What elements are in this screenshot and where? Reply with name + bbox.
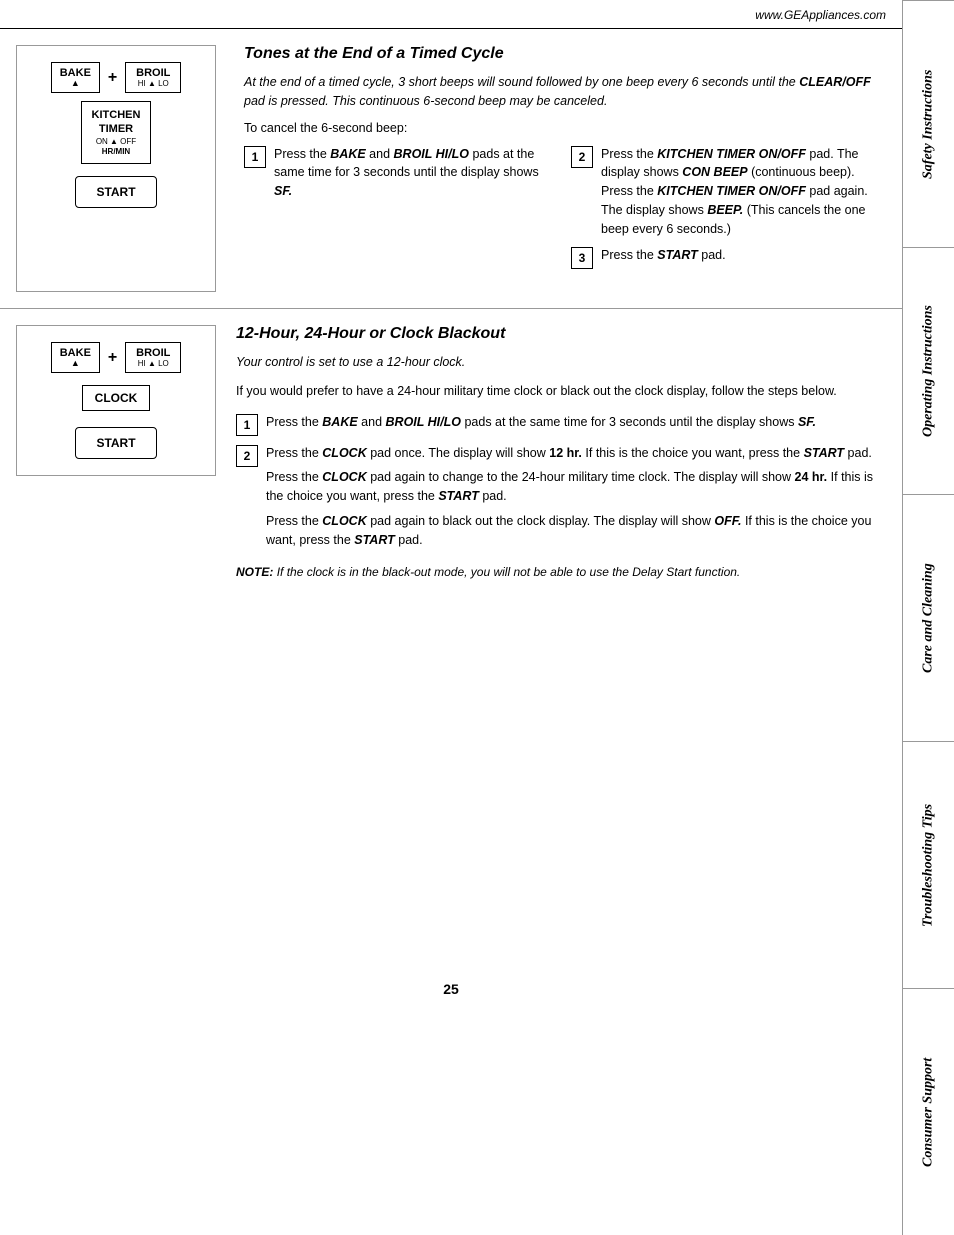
step-2-num: 2 <box>571 146 593 168</box>
bottom-body1: If you would prefer to have a 24-hour mi… <box>236 382 878 401</box>
kitchen-timer-sub: ON ▲ OFF <box>92 137 141 147</box>
clock-step-2a: Press the CLOCK pad once. The display wi… <box>266 444 878 463</box>
clock-button-diagram: CLOCK <box>82 385 151 411</box>
website-url: www.GEAppliances.com <box>755 8 886 22</box>
sidebar-tab-consumer[interactable]: Consumer Support <box>903 988 954 1235</box>
bottom-bake-broil-row: BAKE ▲ + BROIL HI ▲ LO <box>51 342 182 373</box>
step-2-content: Press the KITCHEN TIMER ON/OFF pad. The … <box>601 145 878 239</box>
bottom-step-2-content: Press the CLOCK pad once. The display wi… <box>266 444 878 556</box>
bottom-step-1-num: 1 <box>236 414 258 436</box>
top-section-intro: At the end of a timed cycle, 3 short bee… <box>244 73 878 111</box>
sidebar-tab-safety[interactable]: Safety Instructions <box>903 0 954 247</box>
steps-left-col: 1 Press the BAKE and BROIL HI/LO pads at… <box>244 145 551 278</box>
bake-arrow-bottom: ▲ <box>71 359 80 368</box>
broil-button-diagram-bottom: BROIL HI ▲ LO <box>125 342 181 373</box>
bottom-step-2-row: 2 Press the CLOCK pad once. The display … <box>236 444 878 556</box>
broil-label-top: BROIL <box>136 67 170 79</box>
steps-right-col: 2 Press the KITCHEN TIMER ON/OFF pad. Th… <box>571 145 878 278</box>
bottom-section: BAKE ▲ + BROIL HI ▲ LO CLOCK START 12-Ho… <box>0 309 902 1009</box>
bottom-step-1-row: 1 Press the BAKE and BROIL HI/LO pads at… <box>236 413 878 436</box>
top-content-area: Tones at the End of a Timed Cycle At the… <box>236 45 886 292</box>
sidebar-tab-troubleshooting[interactable]: Troubleshooting Tips <box>903 741 954 988</box>
broil-button-diagram-top: BROIL HI ▲ LO <box>125 62 181 93</box>
sidebar-tab-care[interactable]: Care and Cleaning <box>903 494 954 741</box>
broil-label-bottom: BROIL <box>136 347 170 359</box>
step-3-row: 3 Press the START pad. <box>571 246 878 269</box>
bake-button-diagram-bottom: BAKE ▲ <box>51 342 100 373</box>
page-number: 25 <box>443 981 459 997</box>
step-1-row: 1 Press the BAKE and BROIL HI/LO pads at… <box>244 145 551 201</box>
broil-hilo-top: HI ▲ LO <box>138 79 169 88</box>
bottom-section-title: 12-Hour, 24-Hour or Clock Blackout <box>236 325 878 343</box>
bottom-control-diagram: BAKE ▲ + BROIL HI ▲ LO CLOCK START <box>16 325 216 476</box>
hr-min-label: HR/MIN <box>92 147 141 157</box>
start-button-diagram-bottom: START <box>75 427 156 459</box>
bake-arrow: ▲ <box>71 79 80 88</box>
clock-step-2c: Press the CLOCK pad again to black out t… <box>266 512 878 550</box>
top-section-title: Tones at the End of a Timed Cycle <box>244 45 878 63</box>
bottom-step-2-num: 2 <box>236 445 258 467</box>
sidebar: Safety Instructions Operating Instructio… <box>902 0 954 1235</box>
top-control-diagram: BAKE ▲ + BROIL HI ▲ LO KITCHENTIMER ON ▲… <box>16 45 216 292</box>
steps-two-col: 1 Press the BAKE and BROIL HI/LO pads at… <box>244 145 878 278</box>
bottom-step-1-content: Press the BAKE and BROIL HI/LO pads at t… <box>266 413 878 436</box>
kitchen-timer-label: KITCHENTIMER <box>92 108 141 137</box>
sidebar-tab-operating[interactable]: Operating Instructions <box>903 247 954 494</box>
note-text: NOTE: If the clock is in the black-out m… <box>236 563 878 581</box>
step-2-row: 2 Press the KITCHEN TIMER ON/OFF pad. Th… <box>571 145 878 239</box>
bottom-content-area: 12-Hour, 24-Hour or Clock Blackout Your … <box>236 325 886 993</box>
top-bake-broil-row: BAKE ▲ + BROIL HI ▲ LO <box>51 62 182 93</box>
plus-sign-top: + <box>108 69 117 87</box>
bottom-intro: Your control is set to use a 12-hour clo… <box>236 353 878 372</box>
main-content: www.GEAppliances.com BAKE ▲ + BROIL HI ▲… <box>0 0 902 1009</box>
header: www.GEAppliances.com <box>0 0 902 29</box>
clock-step-2b: Press the CLOCK pad again to change to t… <box>266 468 878 506</box>
step-3-num: 3 <box>571 247 593 269</box>
step-3-content: Press the START pad. <box>601 246 878 269</box>
start-button-diagram-top: START <box>75 176 156 208</box>
broil-hilo-bottom: HI ▲ LO <box>138 359 169 368</box>
step-1-num: 1 <box>244 146 266 168</box>
plus-sign-bottom: + <box>108 349 117 367</box>
cancel-label: To cancel the 6-second beep: <box>244 121 878 135</box>
bake-button-diagram: BAKE ▲ <box>51 62 100 93</box>
top-section: BAKE ▲ + BROIL HI ▲ LO KITCHENTIMER ON ▲… <box>0 29 902 309</box>
kitchen-timer-button-diagram: KITCHENTIMER ON ▲ OFF HR/MIN <box>81 101 152 164</box>
step-1-content: Press the BAKE and BROIL HI/LO pads at t… <box>274 145 551 201</box>
